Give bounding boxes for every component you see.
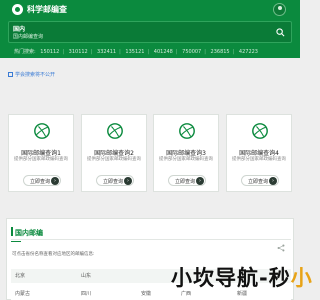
watermark-text: 小坎导航-秒小: [171, 262, 313, 292]
site-title[interactable]: 科学邮编查: [27, 4, 67, 15]
search-box: 国内: [8, 21, 292, 43]
hot-item[interactable]: 310112: [69, 49, 88, 55]
globe-icon: [34, 123, 50, 139]
hot-item[interactable]: 332411: [97, 49, 116, 55]
divider: [11, 239, 291, 240]
logo-icon[interactable]: [12, 4, 23, 15]
hot-searches: 热门搜索: 150112 | 310112 | 332411 | 135121 | 40…: [14, 49, 258, 55]
search-input[interactable]: [13, 32, 213, 42]
info-icon: [8, 72, 13, 77]
hot-label: 热门搜索:: [14, 49, 36, 55]
arrow-right-icon: ›: [51, 177, 59, 185]
province-link[interactable]: 安徽: [141, 290, 151, 297]
card-intl-2: 国际邮编查询2 提供部分国家邮政编码查询 立即查询 ›: [81, 114, 147, 192]
query-button-label: 立即查询: [248, 179, 269, 185]
query-button[interactable]: 立即查询 ›: [23, 175, 61, 186]
card-desc: 提供部分国家邮政编码查询: [87, 157, 141, 162]
section-description: 可点击省份名称查看对应地区的邮编信息:: [12, 252, 95, 257]
province-link[interactable]: 四川: [81, 290, 91, 297]
user-icon[interactable]: [273, 3, 286, 16]
query-button[interactable]: 立即查询 ›: [168, 175, 206, 186]
province-link[interactable]: 北京: [15, 272, 25, 279]
header: 科学邮编查 国内 热门搜索: 150112| 310112| 332411| 1…: [0, 0, 300, 58]
province-link[interactable]: 山东: [81, 272, 91, 279]
hot-item[interactable]: 427223: [239, 49, 258, 55]
query-button[interactable]: 立即查询 ›: [241, 175, 279, 186]
globe-icon: [179, 123, 195, 139]
section-accent-bar: [11, 227, 13, 236]
card-intl-3: 国际邮编查询3 提供部分国家邮政编码查询 立即查询 ›: [153, 114, 219, 192]
arrow-right-icon: ›: [124, 177, 132, 185]
globe-icon: [107, 123, 123, 139]
arrow-right-icon: ›: [269, 177, 277, 185]
hot-item[interactable]: 750007: [182, 49, 201, 55]
province-link[interactable]: 内蒙古: [15, 290, 30, 297]
notice-text: 学会搜索将不公开: [15, 72, 56, 78]
hot-item[interactable]: 135121: [125, 49, 144, 55]
share-icon[interactable]: [277, 244, 285, 252]
hot-item[interactable]: 236815: [211, 49, 230, 55]
top-bar: 科学邮编查: [0, 0, 300, 20]
notice[interactable]: 学会搜索将不公开: [8, 71, 55, 79]
hot-item[interactable]: 150112: [40, 49, 59, 55]
card-intl-4: 国际邮编查询4 提供部分国家邮政编码查询 立即查询 ›: [226, 114, 292, 192]
watermark-dash: -秒: [259, 266, 291, 290]
section-title: 国内邮编: [15, 229, 43, 237]
divider-accent: [11, 241, 21, 242]
query-button-label: 立即查询: [103, 179, 124, 185]
query-button[interactable]: 立即查询 ›: [96, 175, 134, 186]
card-intl-1: 国际邮编查询1 提供部分国家邮政编码查询 立即查询 ›: [8, 114, 74, 192]
card-desc: 提供部分国家邮政编码查询: [232, 157, 286, 162]
arrow-right-icon: ›: [196, 177, 204, 185]
watermark-main: 小坎导航: [171, 266, 259, 290]
query-button-label: 立即查询: [175, 179, 196, 185]
globe-icon: [252, 123, 268, 139]
query-button-label: 立即查询: [30, 179, 51, 185]
hot-item[interactable]: 401248: [154, 49, 173, 55]
watermark-accent: 小: [290, 266, 313, 290]
search-icon[interactable]: [276, 28, 285, 37]
card-desc: 提供部分国家邮政编码查询: [159, 157, 213, 162]
card-desc: 提供部分国家邮政编码查询: [14, 157, 68, 162]
